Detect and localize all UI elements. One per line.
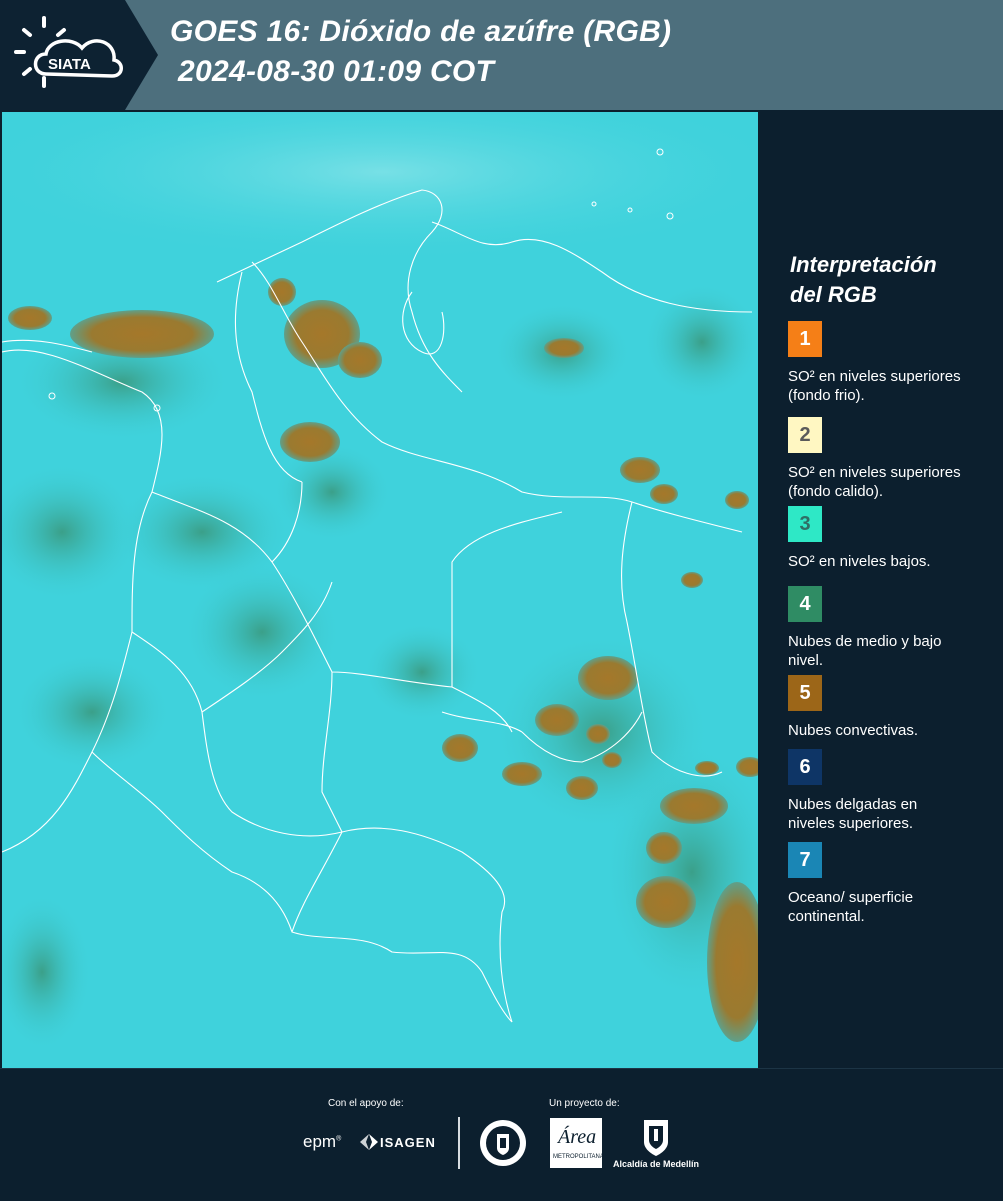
page-timestamp: 2024-08-30 01:09 COT	[178, 55, 495, 88]
legend-swatch: 1	[788, 321, 822, 357]
siata-logo: SIATA	[0, 0, 158, 110]
legend-swatch: 6	[788, 749, 822, 785]
isagen-text: ISAGEN	[380, 1135, 436, 1150]
legend-number: 5	[799, 681, 811, 704]
legend-item-2: 2 SO² en niveles superiores (fondo calid…	[788, 417, 998, 501]
alcaldia-shield-logo	[640, 1118, 672, 1158]
legend-number: 7	[799, 848, 811, 871]
legend-swatch: 4	[788, 586, 822, 622]
shield-icon	[644, 1120, 668, 1156]
rgb-composite-image	[2, 112, 758, 1068]
legend-swatch: 7	[788, 842, 822, 878]
legend-title: Interpretación del RGB	[790, 250, 990, 310]
legend-item-3: 3 SO² en niveles bajos.	[788, 506, 998, 571]
satellite-map	[2, 112, 758, 1068]
legend-label: SO² en niveles superiores (fondo frio).	[788, 368, 961, 404]
legend-number: 4	[799, 592, 811, 615]
legend-label: Oceano/ superficie continental.	[788, 889, 914, 925]
footer-divider	[458, 1117, 460, 1169]
legend-label: SO² en niveles bajos.	[788, 553, 931, 570]
header: SIATA GOES 16: Dióxido de azúfre (RGB) 2…	[0, 0, 1003, 110]
legend-number: 3	[799, 512, 811, 535]
area-subtext: METROPOLITANA	[553, 1154, 604, 1160]
support-label: Con el apoyo de:	[328, 1098, 404, 1109]
legend-number: 1	[799, 327, 811, 350]
area-metropolitana-logo: Área METROPOLITANA	[550, 1118, 604, 1168]
legend-label: SO² en niveles superiores (fondo calido)…	[788, 464, 961, 500]
legend-title-line1: Interpretación	[790, 252, 937, 277]
sun-cloud-logo-icon: SIATA	[14, 16, 123, 88]
legend-swatch: 5	[788, 675, 822, 711]
epm-logo: epm®	[303, 1132, 342, 1151]
legend-item-4: 4 Nubes de medio y bajo nivel.	[788, 586, 998, 670]
legend-number: 2	[799, 423, 811, 446]
legend-item-5: 5 Nubes convectivas.	[788, 675, 998, 740]
legend-title-line2: del RGB	[790, 282, 877, 307]
legend-item-7: 7 Oceano/ superficie continental.	[788, 842, 998, 926]
area-text: Área	[558, 1126, 597, 1148]
legend-label: Nubes convectivas.	[788, 722, 919, 739]
alcaldia-text: Alcaldía de Medellín	[613, 1159, 700, 1169]
svg-text:SIATA: SIATA	[48, 56, 91, 73]
legend-number: 6	[799, 755, 811, 778]
medellin-seal-logo	[478, 1118, 528, 1168]
legend-swatch: 3	[788, 506, 822, 542]
legend-label: Nubes delgadas en niveles superiores.	[788, 796, 918, 832]
legend-label: Nubes de medio y bajo nivel.	[788, 633, 942, 669]
epm-text: epm	[303, 1132, 337, 1151]
legend-item-1: 1 SO² en niveles superiores (fondo frio)…	[788, 321, 998, 405]
seal-icon	[480, 1120, 526, 1166]
project-label: Un proyecto de:	[549, 1098, 620, 1109]
legend-item-6: 6 Nubes delgadas en niveles superiores.	[788, 749, 998, 833]
legend-swatch: 2	[788, 417, 822, 453]
isagen-mark-icon	[360, 1134, 378, 1150]
page-title: GOES 16: Dióxido de azúfre (RGB)	[170, 15, 672, 48]
